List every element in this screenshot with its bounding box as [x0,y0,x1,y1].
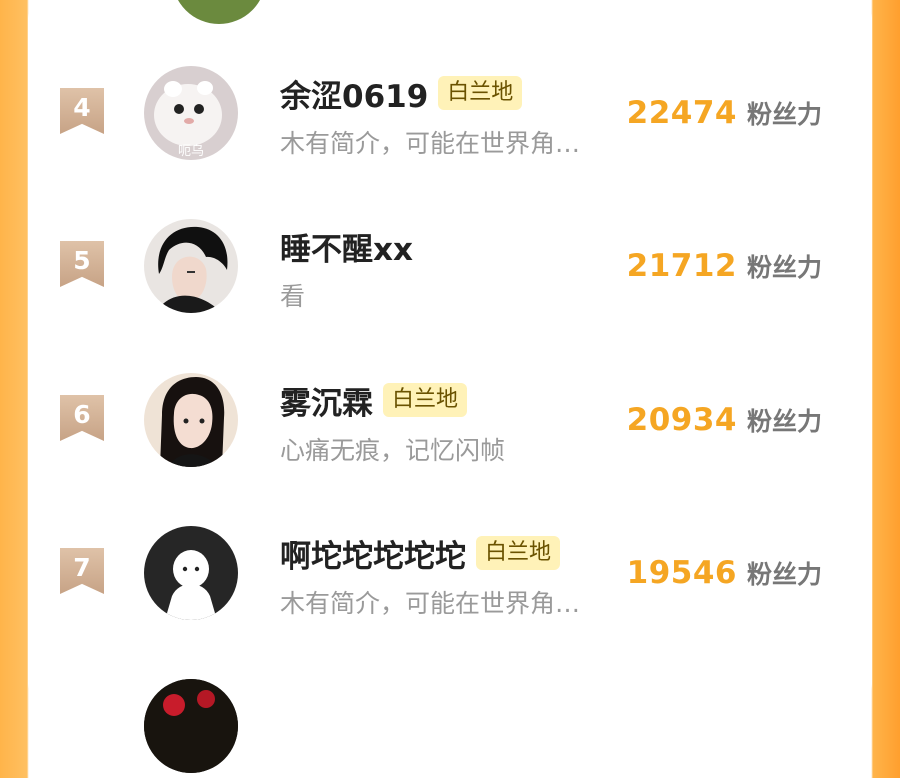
ranking-row[interactable]: 6 雾沉霖 白兰地 心痛无痕，记忆闪帧 20934 粉丝力 [28,362,872,472]
user-name[interactable]: 余涩0619 [280,71,428,116]
default-user-icon [144,526,238,620]
user-name[interactable]: 雾沉霖 [280,378,373,423]
avatar[interactable] [144,679,238,773]
rank-badge: 4 [60,88,104,134]
fan-power-label: 粉丝力 [746,100,822,129]
fan-power-label: 粉丝力 [746,253,822,282]
user-name[interactable]: 啊坨坨坨坨坨 [280,531,466,576]
rank-badge: 5 [60,241,104,287]
ranking-row[interactable]: 7 啊坨坨坨坨坨 白兰地 木有简介，可能在世界角… 19546 粉丝力 [28,515,872,625]
avatar[interactable] [144,373,238,467]
fan-power-score: 19546 [626,555,737,591]
fan-power-score: 22474 [626,95,737,131]
level-tag: 白兰地 [476,536,561,570]
level-tag: 白兰地 [438,76,523,110]
user-description: 木有简介，可能在世界角… [280,589,581,618]
avatar[interactable]: 呃乌 [144,66,238,160]
avatar[interactable] [144,526,238,620]
fan-power-label: 粉丝力 [746,560,822,589]
ranking-row[interactable]: 5 睡不醒xx 看 21712 粉丝力 [28,208,872,318]
avatar[interactable] [144,219,238,313]
rank-badge: 6 [60,395,104,441]
user-description: 心痛无痕，记忆闪帧 [280,436,506,465]
girl-portrait-avatar-icon [144,373,238,467]
ranking-row[interactable]: 4 呃乌 余涩0619 白兰地 木有简介，可能在世界角… 22474 粉丝力 [28,55,872,165]
user-name[interactable]: 睡不醒xx [280,224,413,269]
fan-power-score: 21712 [626,248,737,284]
fan-power-score: 20934 [626,402,737,438]
portrait-avatar-icon [144,219,238,313]
rank-badge: 7 [60,548,104,594]
partial-avatar [172,0,266,24]
avatar-caption: 呃乌 [178,143,204,159]
level-tag: 白兰地 [383,383,468,417]
user-description: 木有简介，可能在世界角… [280,129,581,158]
user-description: 看 [280,282,306,311]
partial-avatar-icon [144,679,238,773]
fan-power-label: 粉丝力 [746,407,822,436]
ranking-list-card: 4 呃乌 余涩0619 白兰地 木有简介，可能在世界角… 22474 粉丝力 5 [28,0,872,773]
ranking-row[interactable] [28,668,872,778]
hamster-avatar-icon: 呃乌 [144,66,238,160]
